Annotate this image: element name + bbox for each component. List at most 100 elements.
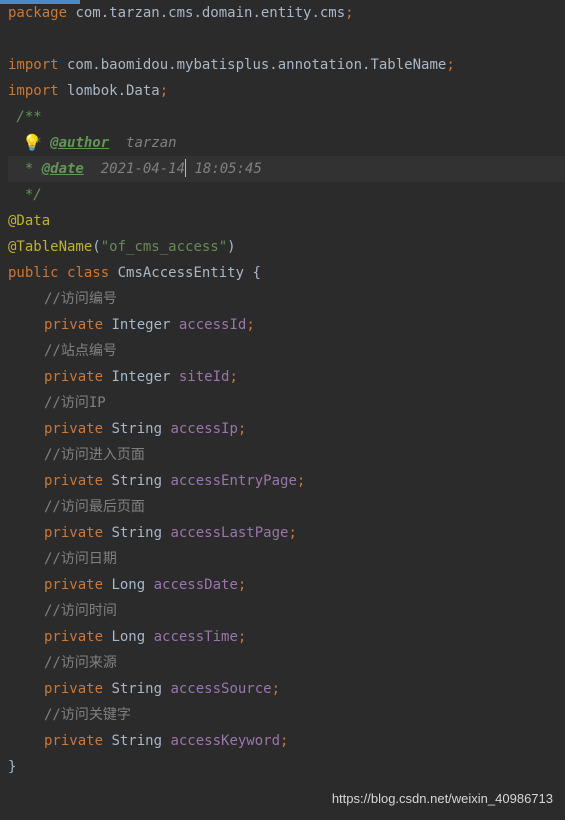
javadoc-author-value: tarzan [109, 135, 176, 151]
semicolon: ; [345, 5, 353, 21]
paren-close: ) [227, 239, 235, 255]
field-name: accessIp [170, 421, 237, 437]
code-line[interactable]: private Integer siteId; [8, 364, 565, 390]
code-line-current[interactable]: * @date 2021-04-14 18:05:45 [8, 156, 565, 182]
keyword: private [44, 317, 111, 333]
javadoc-close: */ [8, 187, 42, 203]
code-line[interactable]: */ [8, 182, 565, 208]
semicolon: ; [297, 473, 305, 489]
field-name: accessSource [170, 681, 271, 697]
type-name: String [111, 421, 170, 437]
semicolon: ; [280, 733, 288, 749]
code-line[interactable]: private String accessSource; [8, 676, 565, 702]
keyword: private [44, 629, 111, 645]
watermark-text: https://blog.csdn.net/weixin_40986713 [332, 786, 553, 812]
keyword: private [44, 525, 111, 541]
code-line[interactable]: //访问日期 [8, 546, 565, 572]
semicolon: ; [160, 83, 168, 99]
keyword: import [8, 57, 59, 73]
line-comment: //访问日期 [44, 551, 117, 567]
code-line[interactable]: @Data [8, 208, 565, 234]
javadoc-author-tag: @author [50, 135, 109, 151]
field-name: accessKeyword [170, 733, 280, 749]
field-name: accessLastPage [170, 525, 288, 541]
string-literal: "of_cms_access" [101, 239, 227, 255]
code-line[interactable]: private String accessIp; [8, 416, 565, 442]
javadoc-open: /** [8, 109, 42, 125]
code-line[interactable]: //访问时间 [8, 598, 565, 624]
code-editor[interactable]: package com.tarzan.cms.domain.entity.cms… [0, 0, 565, 780]
code-line[interactable]: private Integer accessId; [8, 312, 565, 338]
lightbulb-icon[interactable]: 💡 [22, 130, 42, 156]
annotation-data: @Data [8, 213, 50, 229]
code-line[interactable]: //访问IP [8, 390, 565, 416]
code-line[interactable]: //访问来源 [8, 650, 565, 676]
code-line[interactable]: //访问编号 [8, 286, 565, 312]
class-name: CmsAccessEntity [118, 265, 253, 281]
package-path: com.tarzan.cms.domain.entity.cms [67, 5, 345, 21]
code-line[interactable]: import com.baomidou.mybatisplus.annotati… [8, 52, 565, 78]
code-line[interactable]: private String accessLastPage; [8, 520, 565, 546]
code-line-empty[interactable] [8, 26, 565, 52]
code-line[interactable]: 💡 * @author tarzan [8, 130, 565, 156]
field-name: accessDate [154, 577, 238, 593]
keyword: private [44, 577, 111, 593]
line-comment: //站点编号 [44, 343, 117, 359]
code-line[interactable]: import lombok.Data; [8, 78, 565, 104]
type-name: Long [111, 577, 153, 593]
javadoc-time-value: 18:05:45 [186, 161, 262, 177]
keyword: private [44, 421, 111, 437]
code-line[interactable]: private Long accessTime; [8, 624, 565, 650]
code-line[interactable]: private String accessEntryPage; [8, 468, 565, 494]
semicolon: ; [238, 629, 246, 645]
semicolon: ; [238, 577, 246, 593]
code-line[interactable]: } [8, 754, 565, 780]
type-name: String [111, 473, 170, 489]
keyword: private [44, 681, 111, 697]
keyword: public [8, 265, 67, 281]
keyword: import [8, 83, 59, 99]
keyword: private [44, 733, 111, 749]
code-line[interactable]: public class CmsAccessEntity { [8, 260, 565, 286]
keyword: class [67, 265, 118, 281]
line-comment: //访问来源 [44, 655, 117, 671]
code-line[interactable]: private String accessKeyword; [8, 728, 565, 754]
javadoc-date-value: 2021-04-14 [84, 161, 185, 177]
import-path: com.baomidou.mybatisplus.annotation.Tabl… [59, 57, 447, 73]
semicolon: ; [238, 421, 246, 437]
brace-close: } [8, 759, 16, 775]
code-line[interactable]: //访问进入页面 [8, 442, 565, 468]
code-line[interactable]: @TableName("of_cms_access") [8, 234, 565, 260]
javadoc-star: * [8, 161, 42, 177]
line-comment: //访问时间 [44, 603, 117, 619]
code-line[interactable]: package com.tarzan.cms.domain.entity.cms… [8, 0, 565, 26]
code-line[interactable]: //访问关键字 [8, 702, 565, 728]
code-line[interactable]: /** [8, 104, 565, 130]
line-comment: //访问进入页面 [44, 447, 145, 463]
paren-open: ( [92, 239, 100, 255]
line-comment: //访问关键字 [44, 707, 131, 723]
field-name: accessEntryPage [170, 473, 296, 489]
field-name: accessId [179, 317, 246, 333]
type-name: Long [111, 629, 153, 645]
semicolon: ; [272, 681, 280, 697]
type-name: String [111, 733, 170, 749]
semicolon: ; [446, 57, 454, 73]
code-line[interactable]: private Long accessDate; [8, 572, 565, 598]
keyword: package [8, 5, 67, 21]
line-comment: //访问最后页面 [44, 499, 145, 515]
keyword: private [44, 369, 111, 385]
semicolon: ; [288, 525, 296, 541]
line-comment: //访问编号 [44, 291, 117, 307]
import-path: lombok.Data [59, 83, 160, 99]
brace-open: { [252, 265, 260, 281]
javadoc-date-tag: @date [42, 161, 84, 177]
type-name: Integer [111, 317, 178, 333]
line-comment: //访问IP [44, 395, 106, 411]
type-name: Integer [111, 369, 178, 385]
semicolon: ; [229, 369, 237, 385]
code-line[interactable]: //访问最后页面 [8, 494, 565, 520]
annotation-tablename: @TableName [8, 239, 92, 255]
type-name: String [111, 525, 170, 541]
code-line[interactable]: //站点编号 [8, 338, 565, 364]
